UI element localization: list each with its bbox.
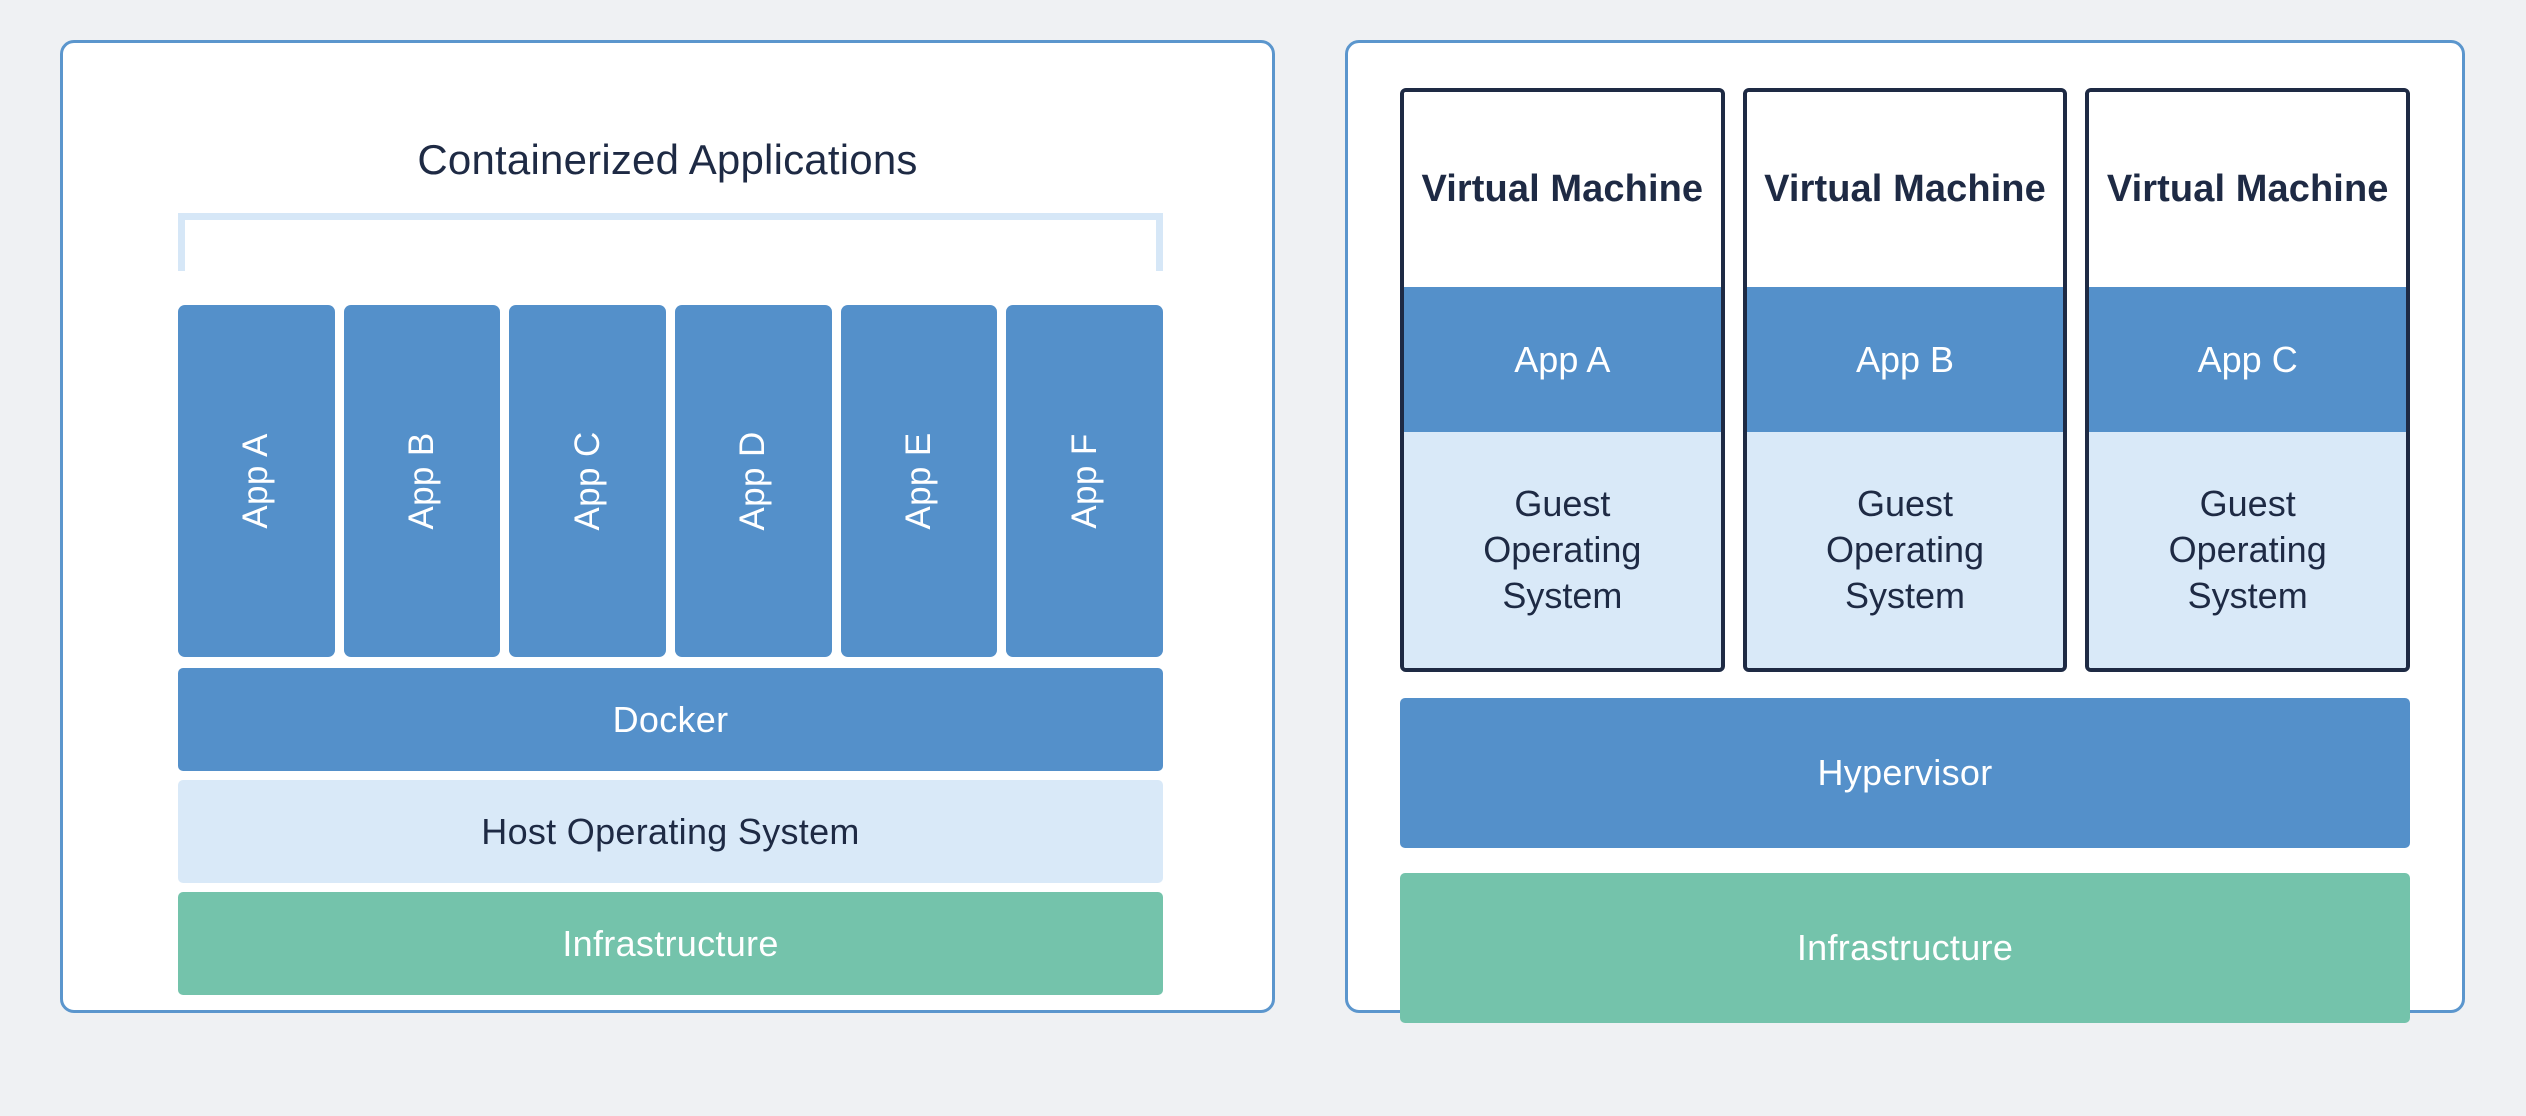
guest-os-line: System [1502,575,1623,617]
container-app-label: App A [236,433,276,529]
virtual-machine-title: Virtual Machine [1404,92,1721,287]
container-app-label: App C [567,431,607,531]
container-app-box[interactable]: App C [509,305,667,657]
container-app-label: App B [402,432,441,530]
guest-os-line: Operating [1825,528,1985,570]
guest-os-line: Operating [2168,528,2327,570]
container-app-label: App E [899,432,939,530]
container-app-box[interactable]: App A [178,305,335,657]
architecture-comparison-diagram: Containerized Applications App A App B A… [0,0,2526,1116]
virtual-machine-guest-os: Guest Operating System [1746,432,2064,668]
container-app-box[interactable]: App E [840,305,998,657]
virtual-machine-title: Virtual Machine [1746,92,2064,287]
container-app-row: App A App B App C App D App E App F [178,305,1164,657]
container-app-box[interactable]: App B [343,305,501,657]
virtual-machine-row: Virtual Machine App A Guest Operating Sy… [1400,88,2411,672]
virtual-machine-title: Virtual Machine [2089,92,2407,287]
virtual-machines-panel: Virtual Machine App A Guest Operating Sy… [1345,40,2465,1023]
container-app-label: App D [733,431,773,531]
container-app-box[interactable]: App D [675,305,832,657]
guest-os-line: Guest [1514,482,1611,524]
guest-os-line: Operating [1483,528,1642,570]
virtual-machine-app: App B [1746,287,2064,432]
layer-infrastructure-containers[interactable]: Infrastructure [178,892,1163,995]
guest-os-line: Guest [2199,482,2296,524]
virtual-machine-card[interactable]: Virtual Machine App A Guest Operating Sy… [1400,88,1725,672]
layer-docker[interactable]: Docker [178,668,1163,771]
containers-panel: Containerized Applications App A App B A… [60,40,1275,1013]
virtual-machine-app: App C [2089,287,2407,432]
guest-os-line: System [1844,575,1966,617]
virtual-machine-guest-os: Guest Operating System [1404,432,1721,668]
guest-os-line: System [2187,575,2308,617]
container-app-label: App F [1064,433,1104,529]
layer-infrastructure-vms[interactable]: Infrastructure [1400,873,2410,1023]
layer-hypervisor[interactable]: Hypervisor [1400,698,2410,848]
container-app-box[interactable]: App F [1006,305,1164,657]
virtual-machine-app: App A [1404,287,1721,432]
container-runtime-strip [178,213,1163,271]
virtual-machine-guest-os: Guest Operating System [2089,432,2407,668]
guest-os-line: Guest [1856,482,1954,524]
page-title: Containerized Applications [417,136,918,183]
virtual-machine-card[interactable]: Virtual Machine App B Guest Operating Sy… [1742,88,2068,672]
virtual-machine-card[interactable]: Virtual Machine App C Guest Operating Sy… [2085,88,2411,672]
layer-host-operating-system[interactable]: Host Operating System [178,780,1163,883]
